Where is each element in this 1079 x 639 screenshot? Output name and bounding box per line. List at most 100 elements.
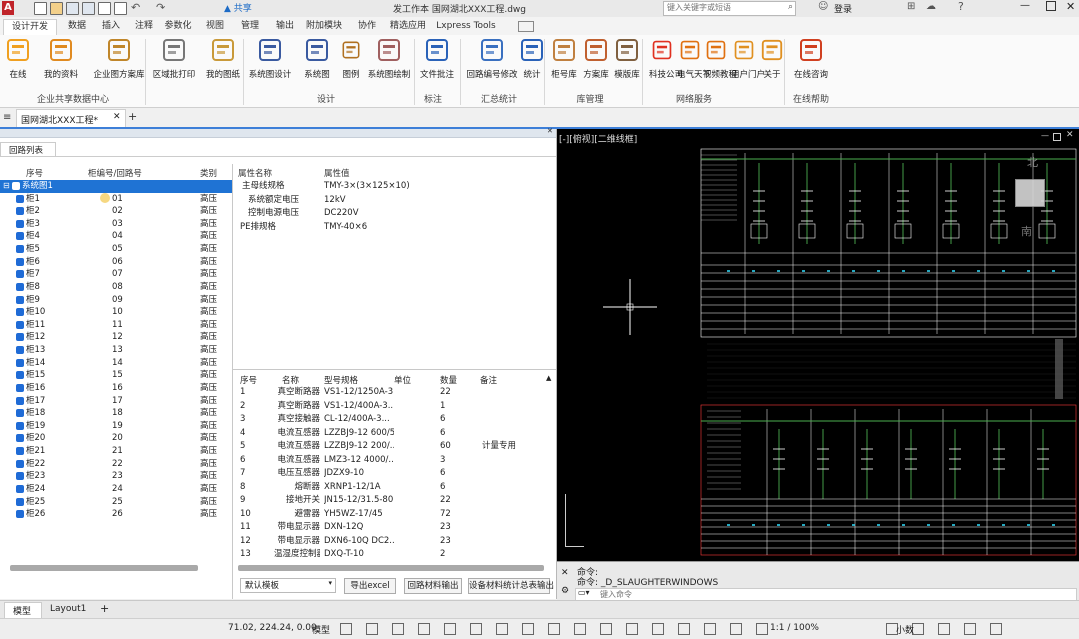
tab-menu-item[interactable]: 管理 xyxy=(235,19,265,34)
print-icon[interactable] xyxy=(114,2,127,15)
status-toggle-icon[interactable] xyxy=(418,623,430,635)
viewcube[interactable]: 北 南 xyxy=(1015,153,1071,253)
status-toggle-icon[interactable] xyxy=(392,623,404,635)
model-space-toggle[interactable]: 模型 xyxy=(312,623,330,636)
tree-root[interactable]: ⊟ 系统图1 xyxy=(0,180,232,193)
status-toggle-icon[interactable] xyxy=(678,623,690,635)
tree-checkbox[interactable] xyxy=(16,219,24,228)
viewcube-face[interactable] xyxy=(1015,179,1045,207)
bom-row[interactable]: 3 真空接触器 CL-12/400A-3... 6 xyxy=(234,413,554,427)
status-toggle-icon[interactable] xyxy=(574,623,586,635)
tab-menu-item[interactable]: 精选应用 xyxy=(388,19,428,34)
tree-checkbox[interactable] xyxy=(16,434,24,443)
tab-menu-item[interactable]: 插入 xyxy=(98,19,124,34)
property-row[interactable]: 主母线规格 TMY-3×(3×125×10) xyxy=(234,180,554,194)
status-toggle-icon[interactable] xyxy=(340,623,352,635)
tree-row[interactable]: 柜19 19 高压 xyxy=(0,420,232,433)
collapse-icon[interactable]: ⊟ xyxy=(3,180,10,193)
coordinates[interactable]: 71.02, 224.24, 0.00 xyxy=(228,623,317,633)
bom-row[interactable]: 11 带电显示器 DXN-12Q 23 xyxy=(234,521,554,535)
open-file-icon[interactable] xyxy=(50,2,63,15)
tree-checkbox[interactable] xyxy=(16,232,24,241)
tab-menu-item[interactable]: 输出 xyxy=(272,19,298,34)
property-row[interactable]: 控制电源电压 DC220V xyxy=(234,207,554,221)
tree-row[interactable]: 柜16 16 高压 xyxy=(0,382,232,395)
share-button[interactable]: ▲ 共享 xyxy=(224,1,252,14)
ribbon-button[interactable]: 系统图绘制 xyxy=(365,37,413,80)
status-toggle-icon[interactable] xyxy=(470,623,482,635)
tree-checkbox[interactable] xyxy=(16,333,24,342)
tree-divider[interactable] xyxy=(232,164,233,599)
app-logo-icon[interactable]: A xyxy=(2,1,14,15)
bom-row[interactable]: 4 电流互感器 LZZBJ9-12 600/5A 6 xyxy=(234,427,554,441)
status-toggle-icon[interactable] xyxy=(652,623,664,635)
tab-menu-item[interactable]: 参数化 xyxy=(163,19,193,34)
status-toggle-icon[interactable] xyxy=(938,623,950,635)
tree-row[interactable]: 柜24 24 高压 xyxy=(0,483,232,496)
start-menu-icon[interactable]: ≡ xyxy=(3,112,11,123)
tree-checkbox[interactable] xyxy=(16,383,24,392)
help-icon[interactable]: ? xyxy=(958,0,964,13)
command-input[interactable] xyxy=(600,589,1050,599)
tree-row[interactable]: 柜5 05 高压 xyxy=(0,243,232,256)
nav-bar[interactable] xyxy=(1055,339,1063,399)
ribbon-button[interactable]: 模版库 xyxy=(612,37,642,80)
tree-row[interactable]: 柜9 09 高压 xyxy=(0,294,232,307)
ribbon-button[interactable]: 回路编号修改 xyxy=(463,37,521,80)
tree-checkbox[interactable] xyxy=(16,472,24,481)
tab-menu-item[interactable]: 附加模块 xyxy=(304,19,344,34)
tree-row[interactable]: 柜17 17 高压 xyxy=(0,395,232,408)
export-circuit-button[interactable]: 回路材料输出 xyxy=(404,578,462,594)
property-value[interactable]: TMY-40×6 xyxy=(324,221,367,235)
ribbon-button[interactable]: 柜号库 xyxy=(549,37,579,80)
annotation-scale[interactable]: 1:1 / 100% xyxy=(770,623,819,633)
bom-hscrollbar[interactable] xyxy=(238,565,544,571)
restore-icon[interactable] xyxy=(1046,1,1056,11)
tree-row[interactable]: 柜22 22 高压 xyxy=(0,458,232,471)
property-value[interactable]: DC220V xyxy=(324,207,359,221)
tree-row[interactable]: 柜14 14 高压 xyxy=(0,357,232,370)
tab-model[interactable]: 模型 xyxy=(4,602,42,619)
bom-row[interactable]: 7 电压互感器 JDZX9-10 6 xyxy=(234,467,554,481)
tree-row[interactable]: 柜18 18 高压 xyxy=(0,407,232,420)
bom-row[interactable]: 9 接地开关 JN15-12/31.5-80 22 xyxy=(234,494,554,508)
ribbon-button[interactable]: 我的资料 xyxy=(39,37,83,80)
tree-checkbox[interactable] xyxy=(16,308,24,317)
command-close-icon[interactable]: ✕ xyxy=(561,568,569,578)
new-file-icon[interactable] xyxy=(34,2,47,15)
save-as-icon[interactable] xyxy=(82,2,95,15)
tree-row[interactable]: 柜6 06 高压 xyxy=(0,256,232,269)
ribbon-button[interactable]: 企业图方案库 xyxy=(91,37,147,80)
status-toggle-icon[interactable] xyxy=(600,623,612,635)
tree-checkbox[interactable] xyxy=(16,371,24,380)
status-toggle-icon[interactable] xyxy=(990,623,1002,635)
tree-checkbox[interactable] xyxy=(16,245,24,254)
export-summary-button[interactable]: 设备材料统计总表输出 xyxy=(468,578,554,594)
tree-row[interactable]: 柜13 13 高压 xyxy=(0,344,232,357)
tree-checkbox[interactable] xyxy=(16,409,24,418)
ribbon-button[interactable]: 我的图纸 xyxy=(202,37,244,80)
bom-scroll-icon[interactable]: ▲ xyxy=(546,374,551,382)
tree-row[interactable]: 柜23 23 高压 xyxy=(0,470,232,483)
tree-row[interactable]: 柜10 10 高压 xyxy=(0,306,232,319)
tree-checkbox[interactable] xyxy=(16,270,24,279)
ribbon-button[interactable]: 在线咨询 xyxy=(794,37,828,80)
tab-menu-item[interactable]: 视图 xyxy=(202,19,228,34)
tree-checkbox[interactable] xyxy=(16,282,24,291)
plot-icon[interactable] xyxy=(98,2,111,15)
tree-row[interactable]: 柜20 20 高压 xyxy=(0,432,232,445)
panel-subtab[interactable]: 回路列表 xyxy=(0,142,56,157)
new-tab-button[interactable]: + xyxy=(128,110,137,123)
tree-row[interactable]: 柜8 08 高压 xyxy=(0,281,232,294)
search-box[interactable]: ⌕ xyxy=(663,1,796,16)
bom-row[interactable]: 5 电流互感器 LZZBJ9-12 200/... 60 计量专用 xyxy=(234,440,554,454)
tree-row[interactable]: 柜7 07 高压 xyxy=(0,268,232,281)
bom-row[interactable]: 13 温湿度控制器 DXQ-T-10 2 xyxy=(234,548,554,562)
property-row[interactable]: 系统额定电压 12kV xyxy=(234,194,554,208)
cloud-icon[interactable]: ☁ xyxy=(926,1,936,12)
status-toggle-icon[interactable] xyxy=(548,623,560,635)
status-toggle-icon[interactable] xyxy=(626,623,638,635)
tree-checkbox[interactable] xyxy=(16,421,24,430)
ribbon-button[interactable]: 视频教程 xyxy=(703,37,737,80)
status-toggle-icon[interactable] xyxy=(496,623,508,635)
